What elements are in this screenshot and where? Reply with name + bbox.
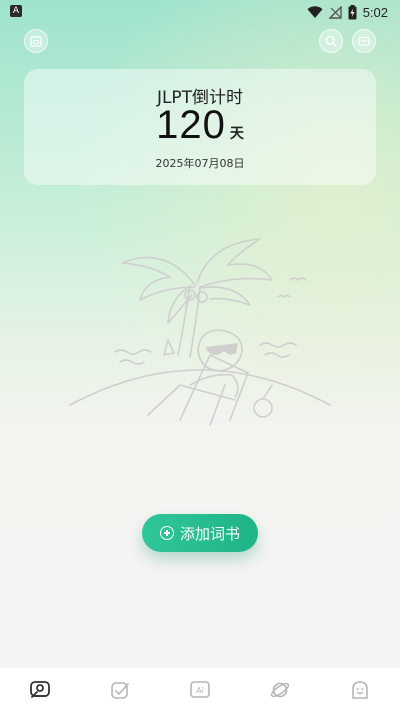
countdown-date: 2025年07月08日 xyxy=(155,157,245,170)
search-button[interactable] xyxy=(319,29,343,53)
wordbook-icon xyxy=(30,681,50,698)
countdown-days-number: 120 xyxy=(156,103,226,147)
nav-item-ai[interactable]: Ai xyxy=(180,670,220,710)
mail-icon xyxy=(358,36,370,46)
search-icon xyxy=(325,35,337,47)
bottom-nav: Ai xyxy=(0,668,400,712)
checkin-icon xyxy=(111,682,129,699)
ai-icon-label: Ai xyxy=(196,686,204,695)
screen: A 5:02 JLPT倒计时 120 天 2025年07月08日 添加词书 Ai xyxy=(0,0,400,712)
nav-item-planet[interactable] xyxy=(260,670,300,710)
planet-icon xyxy=(270,682,290,698)
ai-icon: Ai xyxy=(190,681,210,698)
countdown-card[interactable]: JLPT倒计时 120 天 2025年07月08日 xyxy=(24,69,376,185)
profile-ghost-icon xyxy=(352,681,368,699)
countdown-days: 120 天 xyxy=(24,103,376,148)
add-wordbook-label: 添加词书 xyxy=(179,524,240,543)
status-time: 5:02 xyxy=(362,4,388,20)
battery-charging-icon xyxy=(348,4,357,19)
add-wordbook-button[interactable]: 添加词书 xyxy=(142,514,258,552)
beach-relax-illustration xyxy=(69,238,331,426)
status-bar-right: 5:02 xyxy=(307,3,388,21)
signal-off-icon xyxy=(328,5,342,19)
app-notification-icon: A xyxy=(10,5,22,17)
status-bar: A 5:02 xyxy=(0,0,400,24)
calendar-button[interactable] xyxy=(24,29,48,53)
mail-button[interactable] xyxy=(352,29,376,53)
wifi-icon xyxy=(307,5,323,18)
nav-item-profile[interactable] xyxy=(340,670,380,710)
nav-item-checkin[interactable] xyxy=(100,670,140,710)
nav-item-wordbook[interactable] xyxy=(20,670,60,710)
countdown-days-unit: 天 xyxy=(229,126,244,142)
calendar-icon xyxy=(30,35,42,47)
plus-circle-icon xyxy=(159,526,174,540)
